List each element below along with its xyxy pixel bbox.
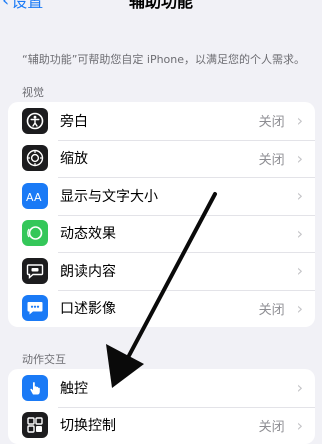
chevron-right-icon: ›: [297, 149, 303, 168]
setting-label: 显示与文字大小: [60, 186, 285, 206]
setting-label: 朗读内容: [60, 261, 285, 281]
chevron-right-icon: ›: [297, 186, 303, 205]
setting-row-audio-description[interactable]: 口述影像 关闭 ›: [8, 290, 315, 328]
section-header-interaction: 动作交互: [22, 351, 66, 367]
setting-label: 旁白: [60, 111, 259, 131]
setting-label: 动态效果: [60, 223, 285, 243]
setting-value: 关闭: [259, 416, 285, 435]
setting-row-motion[interactable]: 动态效果 ›: [8, 215, 315, 253]
setting-value: 关闭: [259, 111, 285, 130]
voiceover-icon: [22, 108, 48, 134]
touch-icon: [22, 375, 48, 401]
chevron-right-icon: ›: [297, 111, 303, 130]
setting-row-display-text-size[interactable]: A A 显示与文字大小 ›: [8, 177, 315, 215]
setting-label: 口述影像: [60, 298, 259, 318]
chevron-right-icon: ›: [297, 261, 303, 280]
interaction-settings-group: 触控 › 切换控制 关闭 ›: [8, 369, 315, 444]
section-header-vision: 视觉: [22, 84, 44, 100]
motion-icon: [22, 220, 48, 246]
setting-label: 切换控制: [60, 415, 259, 435]
setting-value: 关闭: [259, 149, 285, 168]
svg-text:A: A: [34, 191, 42, 203]
page-description: “辅助功能”可帮助您自定 iPhone，以满足您的个人需求。: [22, 51, 305, 67]
audio-description-icon: [22, 295, 48, 321]
text-size-icon: A A: [22, 183, 48, 209]
setting-row-switch-control[interactable]: 切换控制 关闭 ›: [8, 407, 315, 444]
vision-settings-group: 旁白 关闭 › 缩放 关闭 › A A 显示与文字大小 ›: [8, 102, 315, 327]
navigation-bar: ‹ 设置 辅助功能: [0, 0, 322, 14]
chevron-right-icon: ›: [297, 416, 303, 435]
setting-value: 关闭: [259, 299, 285, 318]
setting-row-zoom[interactable]: 缩放 关闭 ›: [8, 140, 315, 178]
setting-label: 缩放: [60, 148, 259, 168]
setting-label: 触控: [60, 378, 285, 398]
setting-row-spoken-content[interactable]: 朗读内容 ›: [8, 252, 315, 290]
zoom-icon: [22, 145, 48, 171]
chevron-right-icon: ›: [297, 299, 303, 318]
spoken-content-icon: [22, 258, 48, 284]
chevron-right-icon: ›: [297, 378, 303, 397]
page-title: 辅助功能: [0, 0, 322, 12]
chevron-right-icon: ›: [297, 224, 303, 243]
setting-row-voiceover[interactable]: 旁白 关闭 ›: [8, 102, 315, 140]
setting-row-touch[interactable]: 触控 ›: [8, 369, 315, 407]
svg-text:A: A: [26, 191, 34, 203]
switch-control-icon: [22, 412, 48, 438]
